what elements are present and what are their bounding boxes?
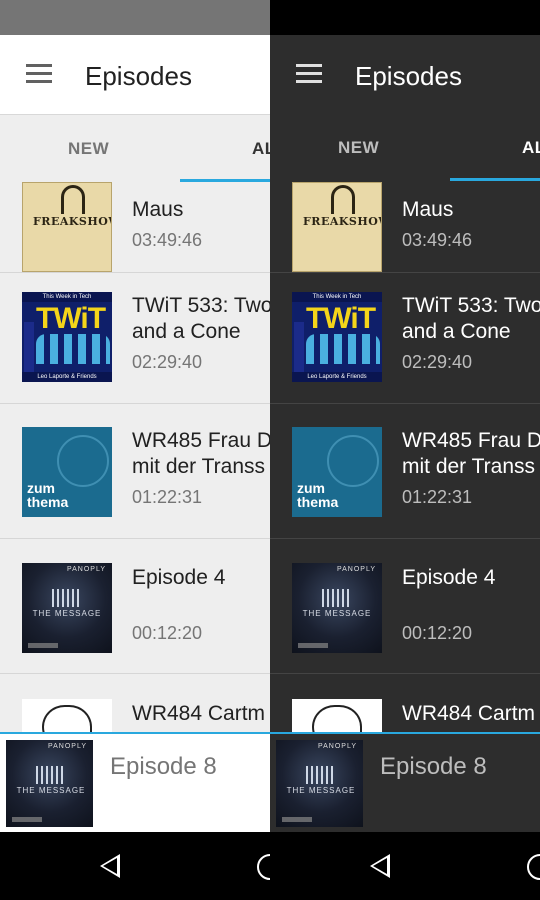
navigation-bar bbox=[270, 832, 540, 900]
toolbar: Episodes bbox=[0, 35, 270, 114]
screen: Episodes NEW ALL FREAKSHOW Maus 03:49:46… bbox=[0, 0, 540, 900]
twit-top-text: This Week in Tech bbox=[292, 292, 382, 302]
episode-title: WR485 Frau D mit der Transs bbox=[402, 429, 540, 478]
episode-title: WR484 Cartm bbox=[402, 702, 536, 725]
episode-thumbnail: This Week in Tech TWiT Leo Laporte & Fri… bbox=[292, 292, 382, 382]
list-item[interactable]: zum thema WR485 Frau D mit der Transs 01… bbox=[0, 404, 270, 539]
freakshow-logo-text: FREAKSHOW bbox=[33, 215, 111, 228]
player-thumbnail: PANOPLY THE MESSAGE bbox=[6, 740, 93, 827]
episode-title: WR485 Frau D mit der Transs bbox=[132, 429, 270, 478]
episode-duration: 03:49:46 bbox=[402, 230, 473, 250]
dark-theme-panel: Episodes NEW ALL FREAKSHOW Maus 03:49:46… bbox=[270, 0, 540, 900]
tab-bar: NEW ALL bbox=[270, 114, 540, 182]
the-message-text: THE MESSAGE bbox=[302, 609, 372, 618]
tab-all[interactable]: ALL bbox=[252, 139, 270, 159]
episode-thumbnail bbox=[22, 699, 112, 732]
twit-top-text: This Week in Tech bbox=[22, 292, 112, 302]
episode-thumbnail: PANOPLY THE MESSAGE bbox=[22, 563, 112, 653]
menu-icon[interactable] bbox=[26, 64, 52, 84]
tab-bar: NEW ALL bbox=[0, 114, 270, 182]
player-thumbnail: PANOPLY THE MESSAGE bbox=[276, 740, 363, 827]
list-item[interactable]: PANOPLY THE MESSAGE Episode 4 00:12:20 bbox=[270, 539, 540, 674]
panoply-text: PANOPLY bbox=[317, 743, 357, 750]
panoply-text: PANOPLY bbox=[47, 743, 87, 750]
episode-title: Episode 4 bbox=[132, 566, 226, 589]
mini-player[interactable]: PANOPLY THE MESSAGE Episode 8 bbox=[270, 732, 540, 832]
panoply-text: PANOPLY bbox=[336, 566, 376, 573]
status-bar bbox=[270, 0, 540, 35]
episode-title: Episode 4 bbox=[402, 566, 496, 589]
episode-duration: 01:22:31 bbox=[402, 487, 473, 507]
episode-thumbnail: zum thema bbox=[292, 427, 382, 517]
twit-logo-text: TWiT bbox=[306, 302, 376, 335]
episode-title: WR484 Cartm bbox=[132, 702, 266, 725]
episode-list[interactable]: FREAKSHOW Maus 03:49:46 This Week in Tec… bbox=[270, 182, 540, 732]
episode-thumbnail: FREAKSHOW bbox=[292, 182, 382, 272]
tab-new[interactable]: NEW bbox=[68, 139, 109, 159]
episode-duration: 02:29:40 bbox=[132, 352, 203, 372]
episode-duration: 03:49:46 bbox=[132, 230, 203, 250]
zum-thema-text: zum thema bbox=[27, 480, 69, 510]
list-item[interactable]: WR484 Cartm bbox=[270, 675, 540, 732]
episode-title: TWiT 533: Two and a Cone bbox=[402, 294, 540, 343]
list-item[interactable]: WR484 Cartm bbox=[0, 675, 270, 732]
player-title: Episode 8 bbox=[380, 753, 487, 780]
the-message-text: THE MESSAGE bbox=[32, 609, 102, 618]
panoply-text: PANOPLY bbox=[66, 566, 106, 573]
episode-title: Maus bbox=[132, 198, 184, 221]
player-title: Episode 8 bbox=[110, 753, 217, 780]
tab-all[interactable]: ALL bbox=[522, 138, 540, 158]
episode-title: TWiT 533: Two and a Cone bbox=[132, 294, 270, 343]
tab-indicator bbox=[450, 178, 540, 181]
home-icon[interactable] bbox=[527, 854, 540, 880]
freakshow-logo-text: FREAKSHOW bbox=[303, 215, 381, 228]
list-item[interactable]: zum thema WR485 Frau D mit der Transs 01… bbox=[270, 404, 540, 539]
twit-bottom-text: Leo Laporte & Friends bbox=[292, 372, 382, 382]
toolbar: Episodes bbox=[270, 35, 540, 114]
episode-duration: 00:12:20 bbox=[402, 623, 473, 643]
episode-list[interactable]: FREAKSHOW Maus 03:49:46 This Week in Tec… bbox=[0, 182, 270, 732]
page-title: Episodes bbox=[355, 61, 462, 91]
episode-thumbnail: zum thema bbox=[22, 427, 112, 517]
episode-duration: 00:12:20 bbox=[132, 623, 203, 643]
tab-new[interactable]: NEW bbox=[338, 138, 379, 158]
episode-thumbnail bbox=[292, 699, 382, 732]
light-theme-panel: Episodes NEW ALL FREAKSHOW Maus 03:49:46… bbox=[0, 0, 270, 900]
episode-thumbnail: This Week in Tech TWiT Leo Laporte & Fri… bbox=[22, 292, 112, 382]
back-icon[interactable] bbox=[100, 854, 120, 878]
zum-thema-text: zum thema bbox=[297, 480, 339, 510]
menu-icon[interactable] bbox=[296, 64, 322, 84]
list-item[interactable]: This Week in Tech TWiT Leo Laporte & Fri… bbox=[270, 269, 540, 404]
mini-player[interactable]: PANOPLY THE MESSAGE Episode 8 bbox=[0, 732, 270, 832]
page-title: Episodes bbox=[85, 61, 192, 91]
twit-logo-text: TWiT bbox=[36, 302, 106, 335]
episode-thumbnail: PANOPLY THE MESSAGE bbox=[292, 563, 382, 653]
episode-title: Maus bbox=[402, 198, 454, 221]
status-bar bbox=[0, 0, 270, 35]
list-item[interactable]: FREAKSHOW Maus 03:49:46 bbox=[270, 182, 540, 273]
home-icon[interactable] bbox=[257, 854, 270, 880]
navigation-bar bbox=[0, 832, 270, 900]
list-item[interactable]: This Week in Tech TWiT Leo Laporte & Fri… bbox=[0, 269, 270, 404]
episode-duration: 02:29:40 bbox=[402, 352, 473, 372]
list-item[interactable]: PANOPLY THE MESSAGE Episode 4 00:12:20 bbox=[0, 539, 270, 674]
episode-thumbnail: FREAKSHOW bbox=[22, 182, 112, 272]
the-message-text: THE MESSAGE bbox=[16, 786, 86, 795]
the-message-text: THE MESSAGE bbox=[286, 786, 356, 795]
episode-duration: 01:22:31 bbox=[132, 487, 203, 507]
back-icon[interactable] bbox=[370, 854, 390, 878]
list-item[interactable]: FREAKSHOW Maus 03:49:46 bbox=[0, 182, 270, 273]
twit-bottom-text: Leo Laporte & Friends bbox=[22, 372, 112, 382]
